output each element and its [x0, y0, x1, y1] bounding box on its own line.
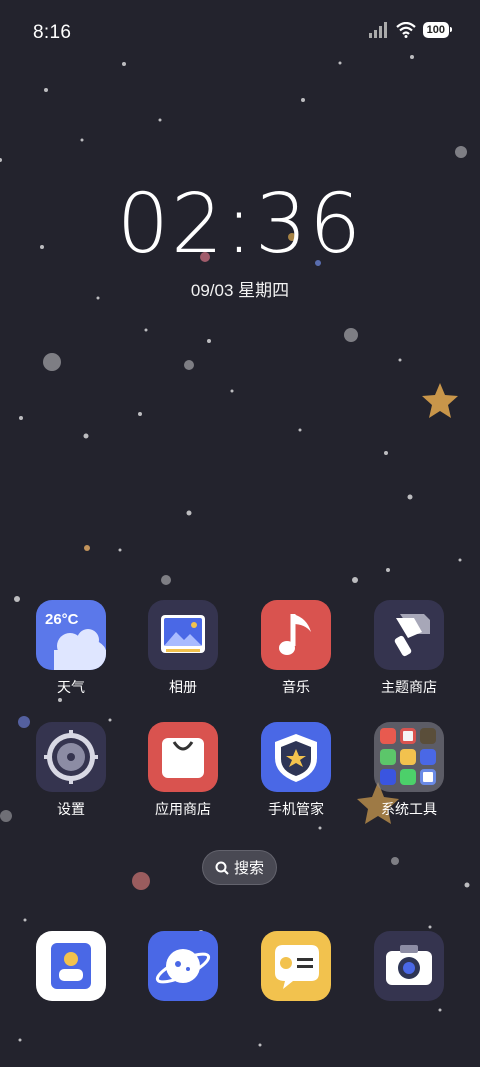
browser-icon[interactable]	[148, 931, 218, 1001]
app-label: 主题商店	[381, 679, 437, 695]
messages-icon[interactable]	[261, 931, 331, 1001]
music-icon	[261, 600, 331, 670]
camera-icon[interactable]	[374, 931, 444, 1001]
search-label: 搜索	[233, 860, 264, 877]
contacts-icon[interactable]	[36, 931, 106, 1001]
clock-widget-date: 09/03 星期四	[190, 281, 290, 300]
phone-manager-icon	[261, 722, 331, 792]
app-weather[interactable]: 26°C 天气	[16, 600, 126, 697]
gallery-icon	[148, 600, 218, 670]
folder-icon	[374, 722, 444, 792]
search-button[interactable]: 搜索	[202, 850, 277, 885]
app-label: 系统工具	[381, 801, 437, 817]
settings-icon	[36, 722, 106, 792]
app-label: 相册	[169, 679, 197, 695]
signal-icon	[368, 22, 387, 38]
app-gallery[interactable]: 相册	[128, 600, 238, 697]
app-theme-store[interactable]: 主题商店	[354, 600, 464, 697]
app-phone-manager[interactable]: 手机管家	[241, 722, 351, 819]
battery-indicator: 100	[422, 22, 453, 38]
app-label: 手机管家	[268, 801, 324, 817]
app-label: 设置	[57, 801, 85, 817]
search-icon	[215, 861, 229, 875]
app-label: 音乐	[282, 679, 310, 695]
status-time: 8:16	[33, 22, 72, 43]
app-label: 天气	[57, 679, 85, 695]
weather-icon: 26°C	[36, 600, 106, 670]
app-label: 应用商店	[155, 801, 211, 817]
app-settings[interactable]: 设置	[16, 722, 126, 819]
folder-system-tools[interactable]: 系统工具	[354, 722, 464, 819]
starfield-wallpaper	[0, 55, 470, 1047]
app-music[interactable]: 音乐	[241, 600, 351, 697]
status-icons: 100	[368, 22, 453, 38]
app-store-icon	[148, 722, 218, 792]
wifi-icon	[395, 22, 416, 38]
clock-widget-time[interactable]: 02:36	[0, 177, 480, 273]
app-app-store[interactable]: 应用商店	[128, 722, 238, 819]
theme-store-icon	[374, 600, 444, 670]
status-bar: 8:16 100	[0, 0, 480, 68]
